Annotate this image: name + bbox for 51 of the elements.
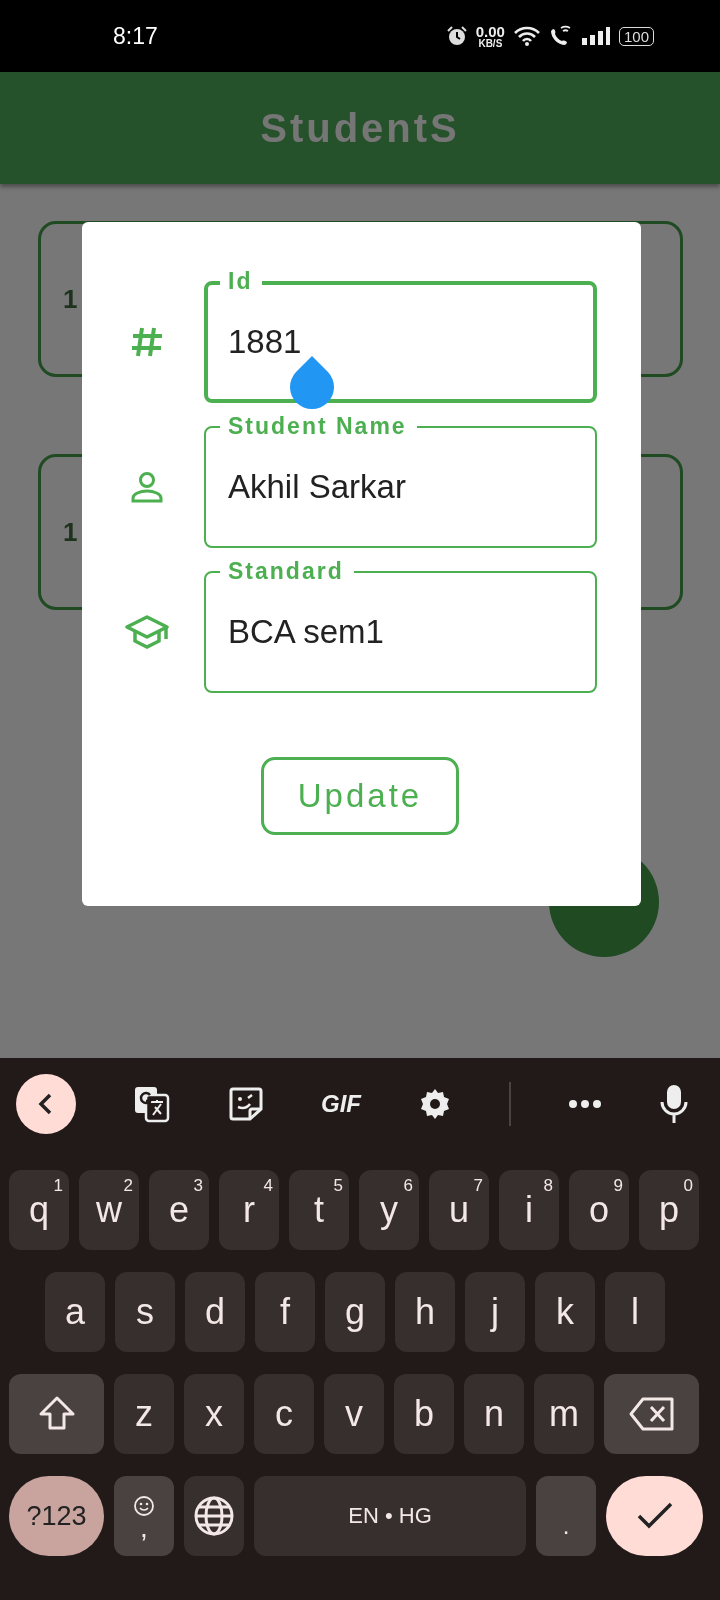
back-button[interactable] <box>16 1074 76 1134</box>
globe-icon <box>193 1495 235 1537</box>
net-speed: 0.00 <box>475 23 505 39</box>
hash-icon <box>130 326 164 358</box>
language-key[interactable] <box>184 1476 244 1556</box>
key[interactable]: f <box>255 1272 315 1352</box>
key[interactable]: a <box>45 1272 105 1352</box>
key[interactable]: x <box>184 1374 244 1454</box>
smiley-icon <box>133 1495 155 1517</box>
key[interactable]: j <box>465 1272 525 1352</box>
card-text: 1 <box>63 516 78 548</box>
key[interactable]: g <box>325 1272 385 1352</box>
more-icon[interactable] <box>568 1099 602 1109</box>
key[interactable]: h <box>395 1272 455 1352</box>
graduation-cap-icon <box>125 614 169 650</box>
space-key[interactable]: EN • HG <box>254 1476 526 1556</box>
alarm-icon <box>445 25 468 47</box>
settings-icon[interactable] <box>418 1087 452 1121</box>
key[interactable]: c <box>254 1374 314 1454</box>
symbols-key[interactable]: ?123 <box>9 1476 104 1556</box>
gif-button[interactable]: GIF <box>321 1090 361 1118</box>
shift-key[interactable] <box>9 1374 104 1454</box>
sticker-icon[interactable] <box>228 1086 264 1122</box>
wifi-icon <box>512 25 541 47</box>
backspace-icon <box>628 1397 675 1431</box>
key[interactable]: k <box>535 1272 595 1352</box>
key[interactable]: v <box>324 1374 384 1454</box>
app-title: StudentS <box>260 105 460 151</box>
translate-icon[interactable] <box>133 1085 171 1123</box>
emoji-comma-key[interactable]: , <box>114 1476 174 1556</box>
period-key[interactable]: . <box>536 1476 596 1556</box>
key[interactable]: i 8 <box>499 1170 559 1250</box>
clock-time: 8:17 <box>113 22 158 50</box>
signal-icon <box>580 26 611 46</box>
net-unit: KB/S <box>478 38 503 49</box>
backspace-key[interactable] <box>604 1374 699 1454</box>
cursor-handle[interactable] <box>288 355 336 411</box>
key[interactable]: t 5 <box>289 1170 349 1250</box>
key[interactable]: m <box>534 1374 594 1454</box>
microphone-icon[interactable] <box>659 1084 689 1124</box>
wifi-call-icon <box>548 25 573 47</box>
key[interactable]: l <box>605 1272 665 1352</box>
key[interactable]: s <box>115 1272 175 1352</box>
person-icon <box>130 470 164 504</box>
battery-icon: 100 <box>618 26 654 46</box>
key[interactable]: r 4 <box>219 1170 279 1250</box>
key[interactable]: z <box>114 1374 174 1454</box>
card-text: 1 <box>63 283 78 315</box>
key[interactable]: d <box>185 1272 245 1352</box>
key[interactable]: b <box>394 1374 454 1454</box>
key[interactable]: n <box>464 1374 524 1454</box>
